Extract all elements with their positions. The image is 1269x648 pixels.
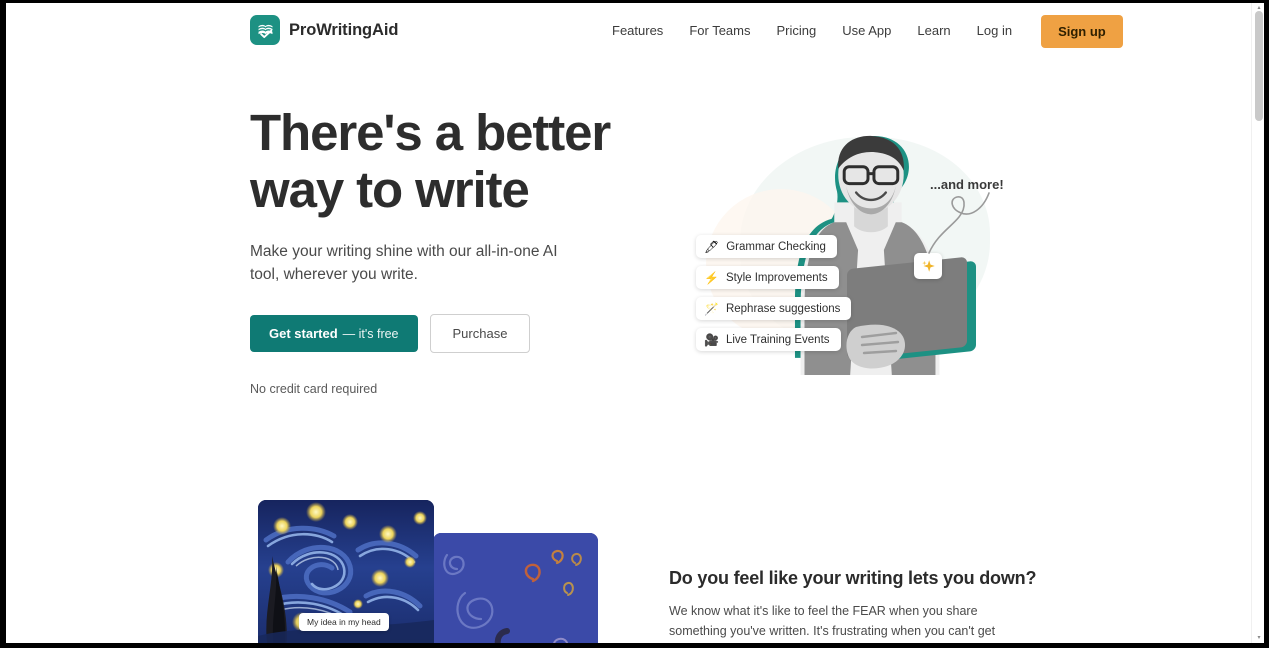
purchase-button[interactable]: Purchase [429, 314, 531, 353]
blue-simplified-panel [433, 533, 598, 643]
browser-window: ProWritingAid Features For Teams Pricing… [0, 0, 1269, 648]
hand [846, 324, 906, 369]
hero-section: There's a better way to write Make your … [250, 104, 650, 396]
feature-card-label: Rephrase suggestions [725, 302, 841, 315]
get-started-button[interactable]: Get started — it's free [250, 315, 418, 352]
sparkle-icon [921, 259, 935, 272]
blue-panel-art [433, 533, 598, 643]
nav-link-features[interactable]: Features [606, 15, 676, 47]
browser-viewport: ProWritingAid Features For Teams Pricing… [6, 3, 1264, 643]
nav-link-log-in[interactable]: Log in [964, 15, 1025, 47]
feature-card-live-training-events: 🎥 Live Training Events [696, 328, 841, 351]
feature-card-grammar-checking: 🖋 Grammar Checking [696, 235, 837, 258]
scrollbar-down-arrow[interactable]: ▾ [1256, 635, 1262, 641]
book-logo-icon [250, 15, 280, 45]
feature-card-label: Grammar Checking [726, 240, 826, 253]
vertical-scrollbar[interactable]: ▴ ▾ [1251, 3, 1264, 643]
hero-title-line-1: There's a better [250, 104, 611, 161]
feature-card-label: Style Improvements [725, 271, 828, 284]
section2-title: Do you feel like your writing lets you d… [669, 568, 1037, 588]
feather-pen-icon: 🖋 [704, 239, 720, 254]
idea-caption: My idea in my head [299, 613, 389, 631]
section2-illustration: My idea in my head [251, 500, 601, 643]
nav-link-learn[interactable]: Learn [904, 15, 963, 47]
lightning-bolt-icon: ⚡ [704, 270, 719, 285]
feature-card-rephrase-suggestions: 🪄 Rephrase suggestions [696, 297, 852, 320]
scrollbar-thumb[interactable] [1255, 11, 1263, 121]
feature-card-label: Live Training Events [725, 333, 830, 346]
brand-name: ProWritingAid [289, 20, 399, 39]
get-started-label: Get started [269, 326, 338, 341]
magic-wand-icon: 🪄 [704, 301, 719, 316]
nav-link-pricing[interactable]: Pricing [763, 15, 829, 47]
nav-link-for-teams[interactable]: For Teams [676, 15, 763, 47]
nav-link-use-app[interactable]: Use App [829, 15, 904, 47]
page-content: ProWritingAid Features For Teams Pricing… [6, 3, 1254, 643]
hero-title: There's a better way to write [250, 104, 650, 218]
hero-actions: Get started — it's free Purchase [250, 314, 650, 353]
hero-title-line-2: way to write [250, 161, 530, 218]
window-bottom-edge [0, 643, 1269, 648]
hero-subtitle: Make your writing shine with our all-in-… [250, 243, 558, 283]
hero-illustration: 🖋 Grammar Checking ⚡ Style Improvements … [666, 103, 1026, 395]
feature-card-style-improvements: ⚡ Style Improvements [696, 266, 839, 289]
primary-navigation: Features For Teams Pricing Use App Learn… [606, 14, 1123, 48]
get-started-free-note: — it's free [342, 327, 399, 341]
squiggle-arrow-icon [928, 192, 990, 254]
and-more-annotation: ...and more! [930, 177, 1004, 192]
movie-camera-icon: 🎥 [704, 332, 719, 347]
section2-body: We know what it's like to feel the FEAR … [669, 604, 996, 638]
site-header: ProWritingAid Features For Teams Pricing… [6, 3, 1254, 59]
no-credit-card-note: No credit card required [250, 382, 378, 396]
brand-logo[interactable]: ProWritingAid [250, 15, 398, 45]
sign-up-button[interactable]: Sign up [1041, 14, 1123, 48]
section2-copy: Do you feel like your writing lets you d… [669, 568, 1037, 643]
